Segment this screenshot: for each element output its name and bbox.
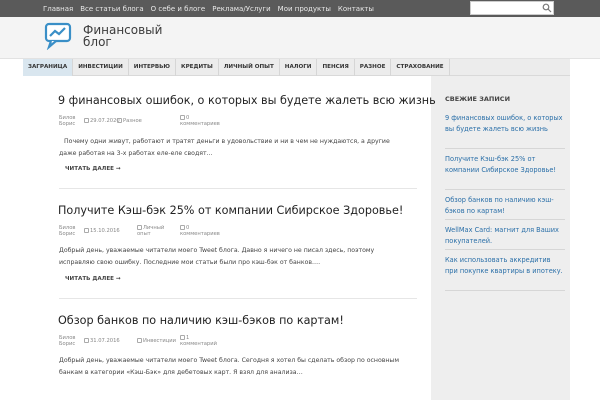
divider [59,188,417,189]
post-category[interactable]: Инвестиции [137,338,176,344]
top-navigation: Главная Все статьи блога О себе и блоге … [43,0,381,17]
calendar-icon [84,338,89,343]
post-title[interactable]: Обзор банков по наличию кэш-бэков по кар… [58,314,344,327]
calendar-icon [84,228,89,233]
post-date: 15.10.2016 [84,228,120,234]
comment-icon [180,335,185,340]
post-comments[interactable]: 1 комментарий [180,335,217,347]
topnav-ads[interactable]: Реклама/Услуги [212,5,270,13]
divider [445,249,565,250]
nav-misc[interactable]: РАЗНОЕ [355,59,392,76]
divider [445,148,565,149]
sidebar-recent-post[interactable]: Обзор банков по наличию кэш-бэков по кар… [445,195,565,217]
sidebar-recent-post[interactable]: 9 финансовых ошибок, о которых вы будете… [445,113,565,135]
post-excerpt: Почему одни живут, работают и тратят ден… [59,138,390,157]
post-date: 29.07.2020 [84,118,120,124]
topnav-home[interactable]: Главная [43,5,73,13]
nav-investments[interactable]: ИНВЕСТИЦИИ [73,59,129,76]
main-content [30,76,418,400]
sidebar-recent-post[interactable]: Как использовать аккредитив при покупке … [445,255,565,277]
logo-line-2: блог [83,35,112,49]
topnav-all-articles[interactable]: Все статьи блога [80,5,143,13]
post-author[interactable]: Билов Борис [59,225,81,237]
post-title[interactable]: Получите Кэш-бэк 25% от компании Сибирск… [58,204,403,217]
sidebar-recent-post[interactable]: Получите Кэш-бэк 25% от компании Сибирск… [445,154,565,176]
divider [445,219,565,220]
nav-credits[interactable]: КРЕДИТЫ [176,59,219,76]
post-title[interactable]: 9 финансовых ошибок, о которых вы будете… [58,94,436,107]
logo-text[interactable]: Финансовый блог [83,24,162,48]
divider [445,189,565,190]
comment-icon [180,115,185,120]
sidebar-heading: СВЕЖИЕ ЗАПИСИ [445,95,511,103]
nav-insurance[interactable]: СТРАХОВАНИЕ [391,59,450,76]
post-comments[interactable]: 0 комментариев [180,225,220,237]
nav-taxes[interactable]: НАЛОГИ [280,59,318,76]
topnav-about[interactable]: О себе и блоге [151,5,206,13]
calendar-icon [84,118,89,123]
nav-abroad[interactable]: ЗАГРАНИЦА [23,59,74,76]
divider [59,298,417,299]
search-icon[interactable] [542,3,552,13]
nav-personal-experience[interactable]: ЛИЧНЫЙ ОПЫТ [219,59,280,76]
nav-interview[interactable]: ИНТЕРВЬЮ [129,59,176,76]
folder-icon [137,225,142,230]
category-navbar: ЗАГРАНИЦА ИНВЕСТИЦИИ ИНТЕРВЬЮ КРЕДИТЫ ЛИ… [23,59,570,76]
topnav-products[interactable]: Мои продукты [278,5,331,13]
post-author[interactable]: Билов Борис [59,115,81,127]
topnav-contacts[interactable]: Контакты [338,5,374,13]
post-excerpt: Добрый день, уважаемые читатели моего Tw… [59,247,375,266]
post-category[interactable]: Разное [117,118,142,124]
sidebar-recent-post[interactable]: WellMax Card: магнит для Ваших покупател… [445,225,565,247]
nav-pension[interactable]: ПЕНСИЯ [317,59,355,76]
folder-icon [137,338,142,343]
read-more-link[interactable]: ЧИТАТЬ ДАЛЕЕ → [65,276,121,282]
read-more-link[interactable]: ЧИТАТЬ ДАЛЕЕ → [65,166,121,172]
post-author[interactable]: Билов Борис [59,335,81,347]
logo-icon[interactable] [43,20,79,50]
divider [445,290,565,291]
post-excerpt: Добрый день, уважаемые читатели моего Tw… [59,357,399,376]
comment-icon [180,225,185,230]
folder-icon [117,118,122,123]
post-date: 31.07.2016 [84,338,120,344]
post-category[interactable]: Личный опыт [137,225,165,237]
post-comments[interactable]: 0 комментариев [180,115,220,127]
